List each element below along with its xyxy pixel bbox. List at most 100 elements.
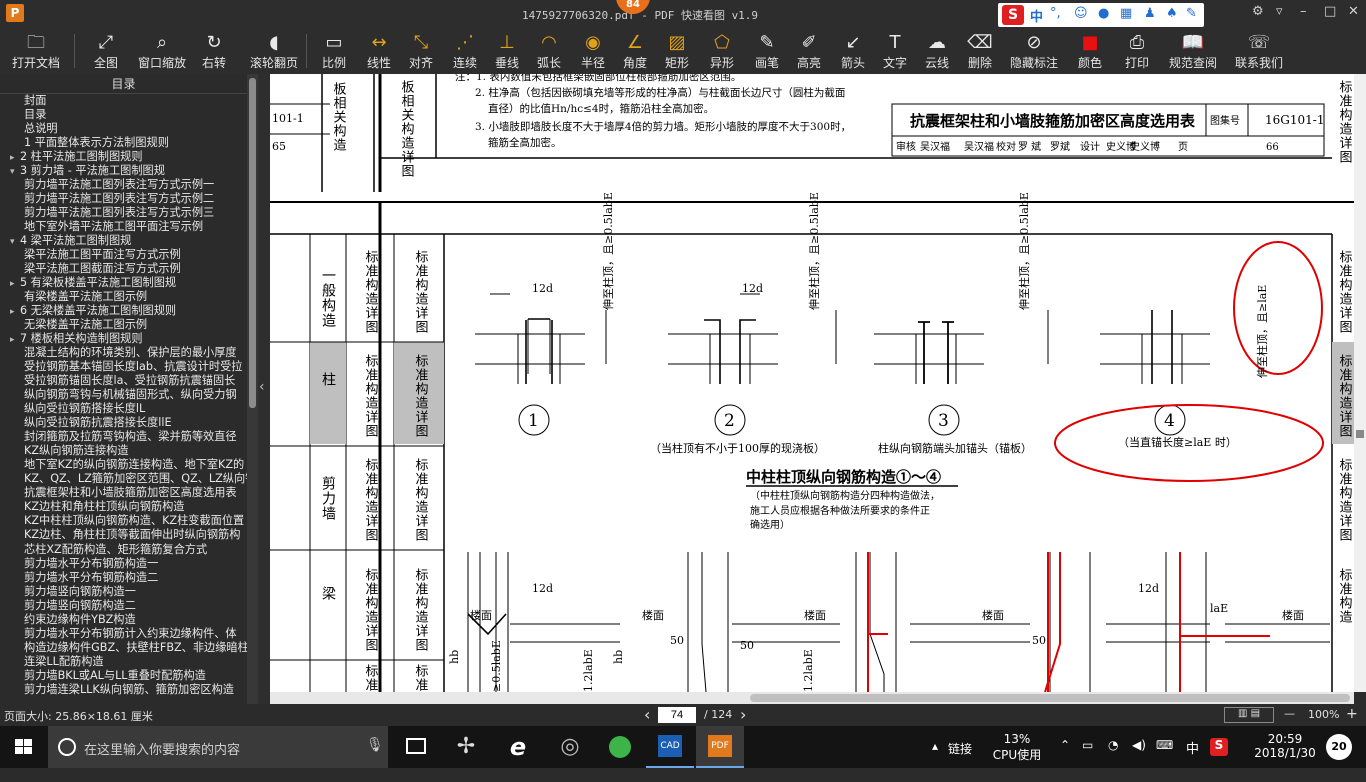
notification-center-badge[interactable]: 20 <box>1326 734 1352 760</box>
settings-icon[interactable]: ⚙ <box>1252 4 1264 19</box>
toc-item[interactable]: 构造边缘构件GBZ、扶壁柱FBZ、非边缘暗柱 <box>0 641 247 655</box>
page-number-input[interactable] <box>658 707 696 723</box>
minimize-icon[interactable]: – <box>1300 4 1307 19</box>
toolbar-button-radius[interactable]: ◉ 半径 <box>572 28 614 74</box>
microphone-icon[interactable]: 🎙 <box>366 737 384 753</box>
toc-item[interactable]: 纵向受拉钢筋搭接长度lL <box>0 402 247 416</box>
toolbar-button-contact[interactable]: ☏ 联系我们 <box>1228 28 1290 74</box>
taskbar-app-cad[interactable]: CAD <box>646 726 694 768</box>
toc-item[interactable]: KZ边柱、角柱柱顶等截面伸出时纵向钢筋构 <box>0 528 247 542</box>
toolbar-button-folder[interactable]: 🗀 打开文档 <box>4 28 68 74</box>
toc-item[interactable]: 纵向受拉钢筋抗震搭接长度llE <box>0 416 247 430</box>
toc-item[interactable]: 混凝土结构的环境类别、保护层的最小厚度 <box>0 346 247 360</box>
toc-item[interactable]: 剪力墙水平分布钢筋构造二 <box>0 571 247 585</box>
toolbar-button-hide-markup[interactable]: ⊘ 隐藏标注 <box>1004 28 1064 74</box>
toc-item[interactable]: 剪力墙水平分布钢筋计入约束边缘构件、体 <box>0 627 247 641</box>
sogou-tray-icon[interactable]: S <box>1210 738 1228 756</box>
ime-mode[interactable]: 中 <box>1030 6 1043 25</box>
toolbar-button-book[interactable]: 📖 规范查阅 <box>1162 28 1224 74</box>
toc-item[interactable]: 1 平面整体表示方法制图规则 <box>0 136 247 150</box>
expand-right-icon[interactable]: ▸ <box>10 277 20 290</box>
vertical-scroll-thumb[interactable] <box>1356 430 1364 438</box>
toc-item[interactable]: 连梁LL配筋构造 <box>0 655 247 669</box>
toc-item[interactable]: 受拉钢筋锚固长度la、受拉钢筋抗震锚固长 <box>0 374 247 388</box>
toolbar-button-eraser[interactable]: ⌫ 删除 <box>958 28 1002 74</box>
toolbar-button-rectangle-area[interactable]: ▨ 矩形 <box>656 28 698 74</box>
toolbar-button-highlighter[interactable]: ✐ 高亮 <box>788 28 830 74</box>
user-icon[interactable]: ♟ <box>1144 6 1156 21</box>
sogou-logo-icon[interactable]: S <box>1002 5 1024 25</box>
toolbar-button-mouse-wheel[interactable]: ◖ 滚轮翻页 <box>246 28 302 74</box>
zoom-out-button[interactable]: — <box>1284 707 1295 720</box>
toc-item[interactable]: 封闭箍筋及拉筋弯钩构造、梁并筋等效直径 <box>0 430 247 444</box>
ime-toolbar[interactable]: S 中 °, ☺ ● ▦ ♟ ♠ ✎ <box>998 3 1204 27</box>
toc-item[interactable]: 目录 <box>0 108 247 122</box>
wifi-icon[interactable]: ◔ <box>1108 738 1118 780</box>
horizontal-scroll-thumb[interactable] <box>750 694 1350 702</box>
toc-item[interactable]: 梁平法施工图截面注写方式示例 <box>0 262 247 276</box>
taskbar-app-fan[interactable]: ✢ <box>442 726 490 768</box>
taskbar-search[interactable]: 在这里输入你要搜索的内容 🎙 <box>48 726 388 768</box>
toc-item[interactable]: 剪力墙平法施工图列表注写方式示例二 <box>0 192 247 206</box>
emoji-icon[interactable]: ☺ <box>1074 6 1088 21</box>
toolbar-button-polygon-area[interactable]: ⬠ 异形 <box>700 28 744 74</box>
toolbar-button-printer[interactable]: ⎙ 打印 <box>1118 28 1156 74</box>
toc-item[interactable]: 约束边缘构件YBZ构造 <box>0 613 247 627</box>
expand-down-icon[interactable]: ▾ <box>10 235 20 248</box>
punctuation-icon[interactable]: °, <box>1050 6 1061 21</box>
start-button[interactable] <box>0 726 48 768</box>
prev-page-button[interactable]: ‹ <box>644 705 650 724</box>
toc-item[interactable]: 抗震框架柱和小墙肢箍筋加密区高度选用表 <box>0 486 247 500</box>
toc-item[interactable]: ▾ 3 剪力墙 - 平法施工图制图规 <box>0 164 247 178</box>
toolbar-button-angle[interactable]: ∠ 角度 <box>614 28 656 74</box>
skin-switch-icon[interactable]: ▿ <box>1276 4 1283 19</box>
toolbar-button-color-swatch[interactable]: ■ 颜色 <box>1068 28 1112 74</box>
task-view-button[interactable] <box>392 726 440 768</box>
toc-item[interactable]: ▾ 4 梁平法施工图制图规 <box>0 234 247 248</box>
expand-right-icon[interactable]: ▸ <box>10 305 20 318</box>
taskbar-app-spiral[interactable]: ◎ <box>546 726 594 768</box>
toc-item[interactable]: 剪力墙连梁LLK纵向钢筋、箍筋加密区构造 <box>0 683 247 697</box>
document-view[interactable]: 101-1 65 注：1. 表内数值未包括框架嵌固部位柱根部箍筋加密区范围。 2… <box>270 74 1354 692</box>
toc-item[interactable]: 剪力墙竖向钢筋构造一 <box>0 585 247 599</box>
toolbar-button-perpendicular[interactable]: ⊥ 垂线 <box>486 28 528 74</box>
microphone-icon[interactable]: ● <box>1098 6 1109 21</box>
toc-item[interactable]: 芯柱XZ配筋构造、矩形箍筋复合方式 <box>0 543 247 557</box>
zoom-in-button[interactable]: + <box>1346 706 1358 722</box>
toc-item[interactable]: KZ纵向钢筋连接构造 <box>0 444 247 458</box>
toc-item[interactable]: 受拉钢筋基本锚固长度lab、抗震设计时受拉 <box>0 360 247 374</box>
sidebar-collapse-button[interactable]: ‹ <box>258 74 270 704</box>
taskbar-app-pdf[interactable]: PDF <box>696 726 744 768</box>
next-page-button[interactable]: › <box>740 705 746 724</box>
tray-link-label[interactable]: 链接 <box>948 740 972 782</box>
toc-item[interactable]: 无梁楼盖平法施工图示例 <box>0 318 247 332</box>
toolbar-button-text[interactable]: T 文字 <box>874 28 916 74</box>
toc-item[interactable]: 剪力墙BKL或AL与LL重叠时配筋构造 <box>0 669 247 683</box>
document-vertical-scrollbar[interactable] <box>1354 74 1366 692</box>
skin-icon[interactable]: ♠ <box>1166 6 1178 21</box>
taskbar-app-green[interactable] <box>596 726 644 768</box>
toolbar-button-zoom[interactable]: ⌕ 窗口缩放 <box>134 28 190 74</box>
battery-icon[interactable]: ▭ <box>1082 738 1093 780</box>
tools-icon[interactable]: ✎ <box>1186 6 1197 21</box>
expand-down-icon[interactable]: ▾ <box>10 165 20 178</box>
toc-item[interactable]: 有梁楼盖平法施工图示例 <box>0 290 247 304</box>
close-icon[interactable]: ✕ <box>1348 4 1359 19</box>
maximize-icon[interactable]: □ <box>1324 4 1336 19</box>
toc-item[interactable]: 剪力墙平法施工图列表注写方式示例一 <box>0 178 247 192</box>
document-horizontal-scrollbar[interactable] <box>270 692 1354 704</box>
toolbar-button-aligned-dimension[interactable]: ⤡ 对齐 <box>400 28 442 74</box>
toc-scroll-thumb[interactable] <box>249 78 256 408</box>
toolbar-button-arc-length[interactable]: ◠ 弧长 <box>528 28 570 74</box>
toc-item[interactable]: KZ边柱和角柱柱顶纵向钢筋构造 <box>0 500 247 514</box>
toc-item[interactable]: 地下室KZ的纵向钢筋连接构造、地下室KZ的 <box>0 458 247 472</box>
toc-item[interactable]: KZ中柱柱顶纵向钢筋构造、KZ柱变截面位置 <box>0 514 247 528</box>
toc-item[interactable]: 梁平法施工图平面注写方式示例 <box>0 248 247 262</box>
keyboard-icon[interactable]: ⌨ <box>1156 738 1173 780</box>
toc-item[interactable]: ▸ 2 柱平法施工图制图规则 <box>0 150 247 164</box>
toolbar-button-scale-ruler[interactable]: ▭ 比例 <box>312 28 356 74</box>
toolbar-button-linear-dimension[interactable]: ↔ 线性 <box>358 28 400 74</box>
taskbar-app-ie[interactable]: e <box>494 726 542 768</box>
toc-item[interactable]: 剪力墙竖向钢筋构造二 <box>0 599 247 613</box>
toc-item[interactable]: ▸ 5 有梁板楼盖平法施工图制图规 <box>0 276 247 290</box>
